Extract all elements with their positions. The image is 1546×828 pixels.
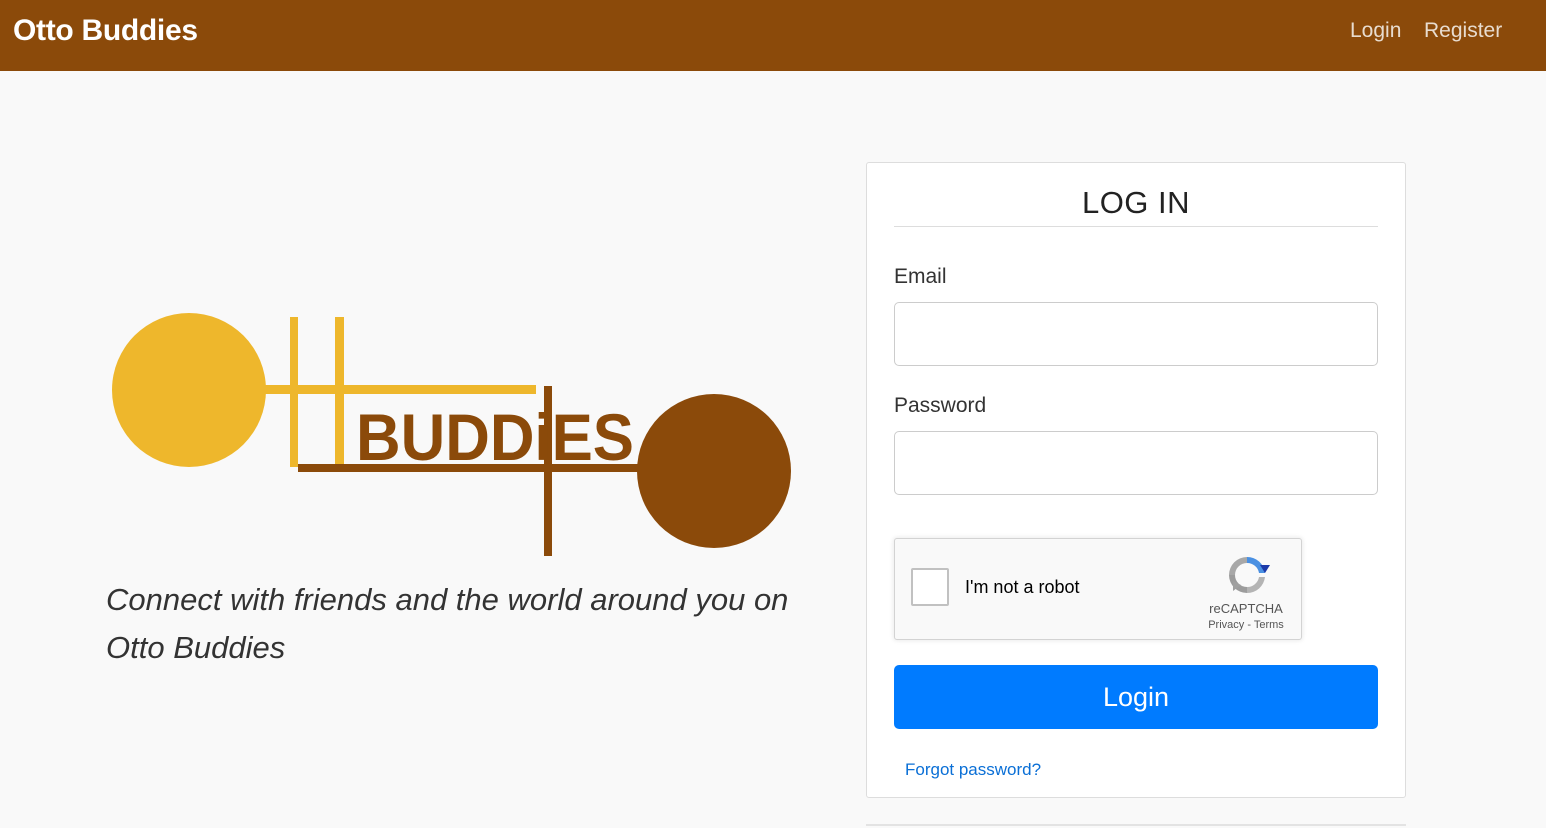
login-title: LOG IN: [1081, 185, 1191, 220]
logo-gold-circle: [112, 313, 266, 467]
page-bottom-divider: [866, 824, 1406, 826]
login-card: LOG IN Email Password I'm not a robot re…: [866, 162, 1406, 798]
recaptcha-label: I'm not a robot: [965, 577, 1080, 597]
top-navbar: Otto Buddies Login Register: [0, 0, 1546, 71]
recaptcha-checkbox[interactable]: [911, 568, 949, 606]
logo-gold-post-right: [335, 317, 344, 467]
title-divider: [894, 226, 1378, 227]
logo-brown-circle: [637, 394, 791, 548]
forgot-password-link[interactable]: Forgot password?: [905, 759, 1041, 781]
brand-title[interactable]: Otto Buddies: [13, 12, 198, 50]
email-field[interactable]: [894, 302, 1378, 366]
nav-register-link[interactable]: Register: [1424, 17, 1502, 45]
recaptcha-icon: [1223, 551, 1271, 599]
logo-gold-bar: [264, 385, 536, 394]
email-label: Email: [894, 265, 947, 288]
password-field[interactable]: [894, 431, 1378, 495]
recaptcha-brand: reCAPTCHA: [1209, 601, 1283, 616]
otto-buddies-logo: BUDDiES: [106, 300, 806, 565]
recaptcha-links: Privacy - Terms: [1190, 618, 1302, 632]
password-label: Password: [894, 394, 987, 417]
logo-wordmark: BUDDiES: [356, 400, 634, 474]
nav-login-link[interactable]: Login: [1350, 17, 1401, 45]
login-submit-button[interactable]: Login: [894, 665, 1378, 729]
recaptcha-privacy-link[interactable]: Privacy: [1208, 619, 1244, 631]
hero-tagline: Connect with friends and the world aroun…: [106, 582, 789, 665]
recaptcha-widget: I'm not a robot reCAPTCHA Privacy - Term…: [894, 538, 1302, 640]
logo-gold-post-left: [290, 317, 298, 467]
recaptcha-link-separator: -: [1244, 619, 1254, 631]
recaptcha-terms-link[interactable]: Terms: [1254, 619, 1284, 631]
